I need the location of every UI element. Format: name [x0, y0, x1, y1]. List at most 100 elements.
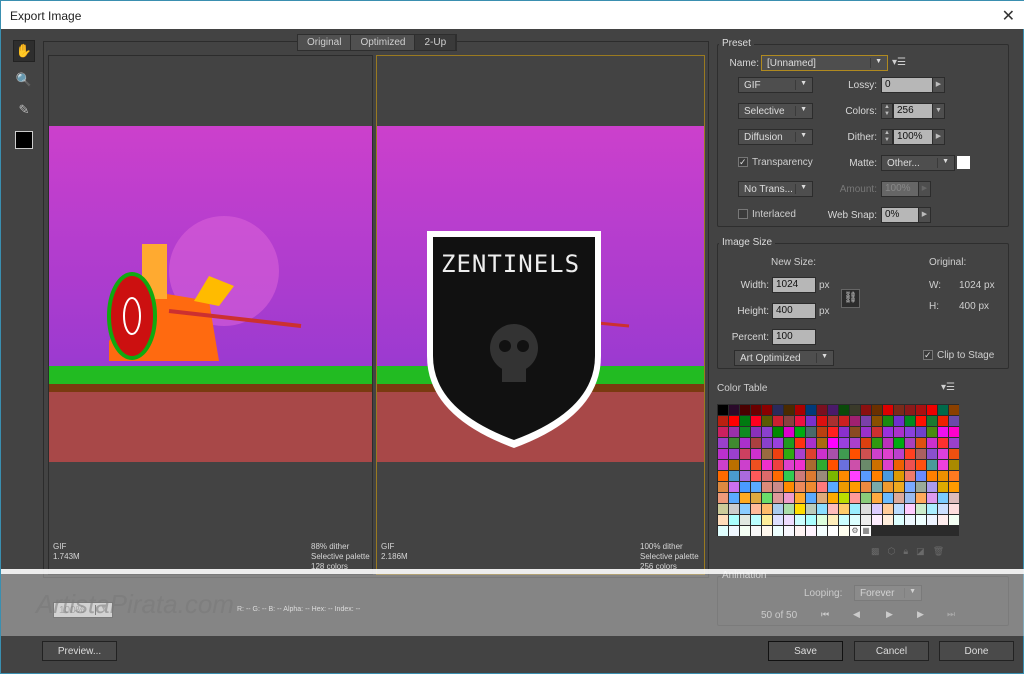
color-swatch[interactable]: [784, 515, 794, 525]
color-swatch[interactable]: [806, 427, 816, 437]
color-swatch[interactable]: [861, 504, 871, 514]
color-swatch[interactable]: [817, 427, 827, 437]
color-swatch[interactable]: [773, 493, 783, 503]
color-swatch[interactable]: [751, 504, 761, 514]
color-swatch[interactable]: [905, 471, 915, 481]
color-swatch[interactable]: [729, 460, 739, 470]
color-swatch[interactable]: [872, 504, 882, 514]
color-swatch[interactable]: [927, 471, 937, 481]
color-swatch[interactable]: [938, 482, 948, 492]
tab-original[interactable]: Original: [298, 35, 352, 50]
color-swatch[interactable]: [795, 526, 805, 536]
new-color-icon[interactable]: ◪: [916, 546, 925, 557]
color-swatch[interactable]: [729, 427, 739, 437]
color-swatch[interactable]: [861, 493, 871, 503]
color-swatch[interactable]: [740, 482, 750, 492]
dither-slider-arrow[interactable]: ▶: [932, 129, 945, 145]
color-swatch[interactable]: [718, 526, 728, 536]
color-swatch[interactable]: [872, 416, 882, 426]
color-swatch[interactable]: [817, 482, 827, 492]
color-swatch[interactable]: [751, 438, 761, 448]
color-swatch[interactable]: [916, 460, 926, 470]
color-swatch[interactable]: [828, 405, 838, 415]
color-swatch[interactable]: [883, 504, 893, 514]
colors-field[interactable]: 256: [893, 103, 933, 119]
color-swatch[interactable]: [938, 515, 948, 525]
color-swatch[interactable]: [718, 449, 728, 459]
color-swatch[interactable]: [828, 493, 838, 503]
color-swatch[interactable]: [872, 515, 882, 525]
color-swatch[interactable]: [949, 460, 959, 470]
color-swatch[interactable]: [861, 438, 871, 448]
color-swatch[interactable]: [905, 416, 915, 426]
color-swatch[interactable]: [718, 438, 728, 448]
color-swatch[interactable]: [762, 438, 772, 448]
color-swatch[interactable]: [927, 482, 937, 492]
color-swatch[interactable]: [850, 460, 860, 470]
color-swatch[interactable]: [916, 416, 926, 426]
trash-icon[interactable]: 🗑︎: [933, 546, 944, 557]
color-swatch[interactable]: [740, 416, 750, 426]
color-swatch[interactable]: [916, 438, 926, 448]
color-swatch[interactable]: [861, 515, 871, 525]
color-swatch[interactable]: [949, 405, 959, 415]
color-swatch[interactable]: [795, 427, 805, 437]
color-swatch[interactable]: [905, 493, 915, 503]
special-color-swatch[interactable]: ▦: [861, 526, 871, 536]
color-swatch[interactable]: [784, 427, 794, 437]
color-swatch[interactable]: [828, 416, 838, 426]
color-swatch[interactable]: [905, 482, 915, 492]
color-swatch[interactable]: [806, 416, 816, 426]
color-swatch[interactable]: [828, 471, 838, 481]
color-swatch[interactable]: [784, 449, 794, 459]
color-swatch[interactable]: [740, 471, 750, 481]
color-swatch[interactable]: [762, 493, 772, 503]
color-swatch[interactable]: [751, 515, 761, 525]
color-swatch[interactable]: [795, 471, 805, 481]
color-swatch[interactable]: [817, 460, 827, 470]
color-swatch[interactable]: [916, 504, 926, 514]
color-swatch[interactable]: [773, 427, 783, 437]
color-swatch[interactable]: [850, 405, 860, 415]
color-swatch[interactable]: [740, 405, 750, 415]
color-swatch[interactable]: [740, 460, 750, 470]
color-swatch[interactable]: [861, 449, 871, 459]
color-swatch[interactable]: [850, 493, 860, 503]
color-swatch[interactable]: [949, 504, 959, 514]
color-swatch[interactable]: [905, 405, 915, 415]
color-swatch[interactable]: [839, 526, 849, 536]
color-swatch[interactable]: [718, 460, 728, 470]
color-swatch[interactable]: [883, 493, 893, 503]
color-swatch[interactable]: [729, 405, 739, 415]
color-swatch[interactable]: [784, 493, 794, 503]
color-swatch[interactable]: [839, 515, 849, 525]
color-swatch[interactable]: [751, 471, 761, 481]
color-swatch[interactable]: [927, 515, 937, 525]
color-swatch[interactable]: [916, 493, 926, 503]
color-swatch[interactable]: [872, 493, 882, 503]
color-swatch[interactable]: [740, 504, 750, 514]
color-swatch[interactable]: [883, 416, 893, 426]
color-swatch[interactable]: [729, 526, 739, 536]
transparency-dither-dropdown[interactable]: No Trans... ▼: [738, 181, 813, 197]
color-table[interactable]: ⚙ ▦: [717, 404, 959, 536]
color-swatch[interactable]: [850, 449, 860, 459]
web-safe-icon[interactable]: ▩: [871, 546, 880, 557]
color-swatch[interactable]: [806, 515, 816, 525]
color-swatch[interactable]: [938, 493, 948, 503]
color-swatch[interactable]: [828, 515, 838, 525]
matte-dropdown[interactable]: Other... ▼: [881, 155, 955, 171]
color-swatch[interactable]: [762, 504, 772, 514]
color-swatch[interactable]: [883, 438, 893, 448]
color-swatch[interactable]: [828, 449, 838, 459]
color-swatch[interactable]: [828, 504, 838, 514]
zoom-tool-icon[interactable]: 🔍: [13, 69, 35, 91]
color-swatch[interactable]: [894, 438, 904, 448]
color-swatch[interactable]: [839, 493, 849, 503]
tab-optimized[interactable]: Optimized: [351, 35, 416, 50]
color-swatch[interactable]: [927, 405, 937, 415]
color-swatch[interactable]: [784, 416, 794, 426]
color-swatch[interactable]: [905, 515, 915, 525]
color-swatch[interactable]: [762, 416, 772, 426]
color-swatch[interactable]: [894, 471, 904, 481]
